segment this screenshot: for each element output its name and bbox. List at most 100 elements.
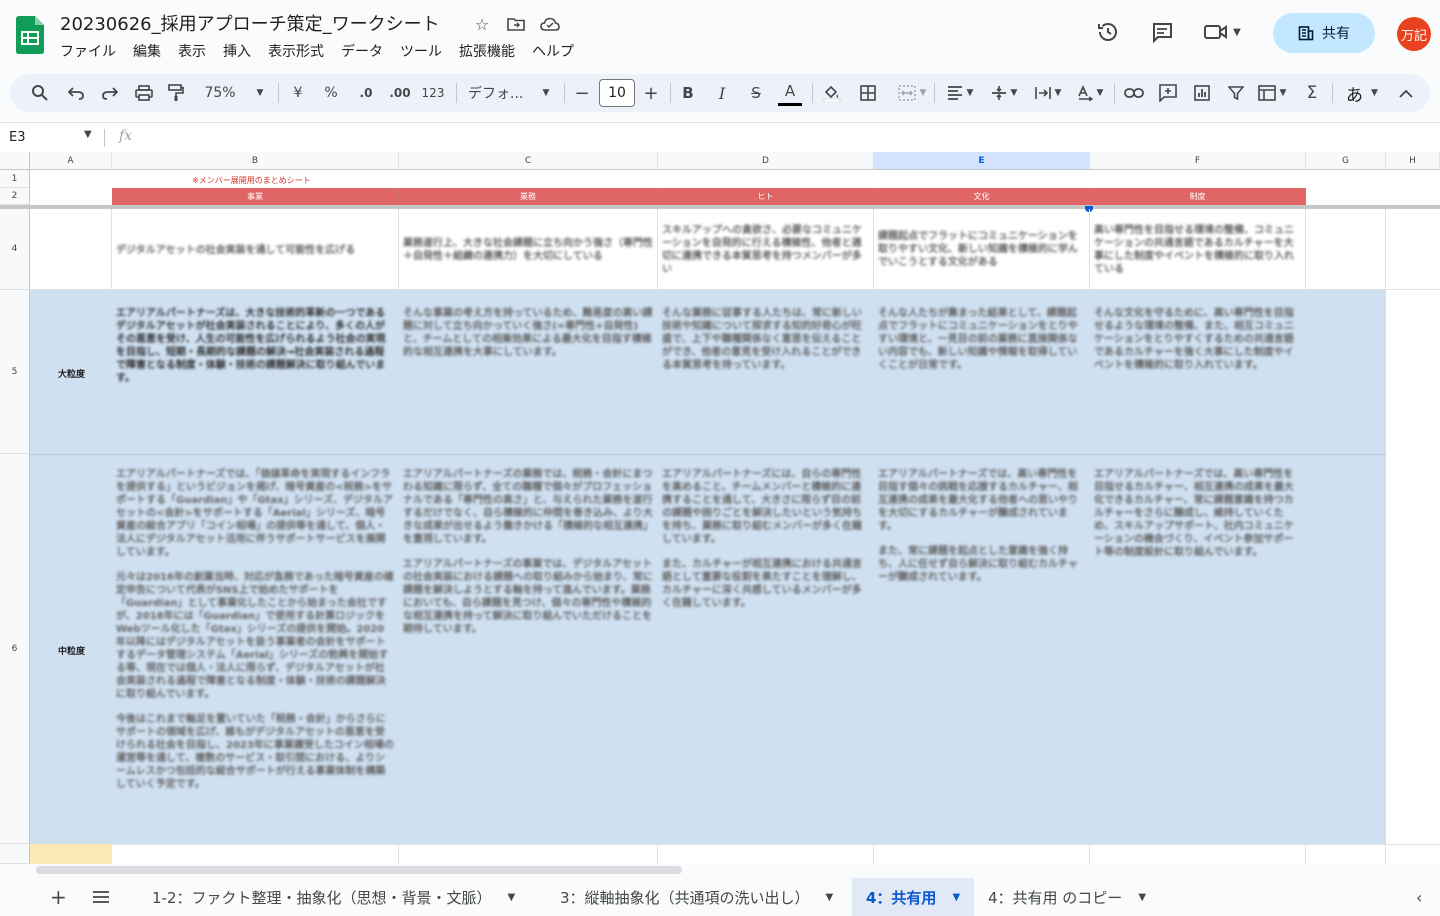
avatar[interactable]: 万記: [1397, 17, 1431, 51]
sheets-logo-icon[interactable]: [16, 16, 44, 54]
zoom-select[interactable]: 75%: [200, 74, 240, 112]
number-format-button[interactable]: 123: [420, 74, 446, 112]
input-tools-button[interactable]: あ ▼: [1340, 74, 1384, 112]
decrease-font-size-button[interactable]: −: [572, 74, 592, 112]
cell-e5[interactable]: そんな人たちが集まった結果として、課題起点でフラットにコミュニケーションをとりや…: [878, 307, 1086, 372]
increase-decimal-button[interactable]: .00: [388, 74, 412, 112]
sheet-tab-1-2-dropdown-icon[interactable]: ▼: [508, 892, 516, 903]
menu-help[interactable]: ヘルプ: [532, 41, 582, 61]
cell-d5[interactable]: そんな業務に従事する人たちは、常に新しい技術や知識について探求する知的好奇心が旺…: [662, 307, 870, 372]
header-business[interactable]: 事業: [112, 188, 399, 205]
menu-edit[interactable]: 編集: [133, 41, 169, 61]
menu-extensions[interactable]: 拡張機能: [459, 41, 523, 61]
strikethrough-button[interactable]: S: [746, 74, 766, 112]
sheet-tab-4-copy[interactable]: 4：共有用 のコピー ▼: [988, 878, 1146, 916]
select-all-corner[interactable]: [0, 152, 30, 170]
sheet-tab-1-2[interactable]: 1-2：ファクト整理・抽象化（思想・背景・文脈） ▼: [152, 878, 515, 916]
zoom-dropdown-icon[interactable]: ▼: [254, 74, 266, 112]
text-wrap-icon[interactable]: ▼: [1030, 74, 1066, 112]
name-box-dropdown-icon[interactable]: ▼: [84, 129, 92, 140]
row-header-4[interactable]: 4: [0, 209, 30, 290]
meet-dropdown-icon[interactable]: ▼: [1230, 18, 1244, 46]
merge-cells-icon[interactable]: ▼: [892, 74, 932, 112]
undo-icon[interactable]: [64, 74, 88, 112]
cell-b4[interactable]: デジタルアセットの社会実装を通して可能性を広げる: [116, 244, 396, 257]
vertical-align-icon[interactable]: ▼: [986, 74, 1022, 112]
cell-d6[interactable]: エアリアルパートナーズには、自らの専門性を高めること、チームメンバーと積極的に連…: [662, 468, 870, 610]
add-sheet-icon[interactable]: +: [50, 878, 67, 916]
meet-camera-icon[interactable]: [1202, 18, 1230, 46]
header-system[interactable]: 制度: [1090, 188, 1306, 205]
column-header-e[interactable]: E: [874, 152, 1090, 170]
spreadsheet-grid[interactable]: A B C D E F G H 1 2 4 5 6 ※メンバー展開用のまとめシー…: [0, 152, 1440, 864]
menu-file[interactable]: ファイル: [60, 41, 124, 61]
collapse-toolbar-icon[interactable]: [1396, 74, 1416, 112]
column-header-d[interactable]: D: [658, 152, 874, 170]
cell-c4[interactable]: 業務遂行上、大きな社会課題に立ち向かう強さ（専門性＋自発性＋組織の連携力）を大切…: [403, 237, 653, 263]
decrease-decimal-button[interactable]: .0: [354, 74, 378, 112]
comments-icon[interactable]: [1148, 18, 1176, 46]
column-header-a[interactable]: A: [30, 152, 112, 170]
sheet-tab-3-dropdown-icon[interactable]: ▼: [826, 892, 834, 903]
cell-e6[interactable]: エアリアルパートナーズでは、高い専門性を目指す個々の挑戦を応援するカルチャー、相…: [878, 468, 1086, 584]
column-header-c[interactable]: C: [399, 152, 658, 170]
search-menus-icon[interactable]: [28, 74, 52, 112]
redo-icon[interactable]: [98, 74, 122, 112]
sheet-tab-4-shared[interactable]: 4：共有用 ▼: [852, 878, 975, 916]
functions-sigma-icon[interactable]: Σ: [1300, 74, 1324, 112]
row-header-1[interactable]: 1: [0, 170, 30, 188]
cloud-saved-icon[interactable]: [540, 14, 560, 34]
cell-b5[interactable]: エアリアルパートナーズは、大きな技術的革新の一つであるデジタルアセットが社会実装…: [116, 307, 394, 385]
paint-format-icon[interactable]: [164, 74, 188, 112]
print-icon[interactable]: [132, 74, 156, 112]
version-history-icon[interactable]: [1094, 18, 1122, 46]
insert-chart-icon[interactable]: [1190, 74, 1214, 112]
row-header-6[interactable]: 6: [0, 454, 30, 844]
sheet-tab-4-dropdown-icon[interactable]: ▼: [952, 892, 960, 903]
bold-button[interactable]: B: [678, 74, 698, 112]
italic-button[interactable]: I: [712, 74, 732, 112]
cell-b6[interactable]: エアリアルパートナーズでは、「価値革命を実現するインフラを提供する」というビジョ…: [116, 468, 394, 791]
insert-link-icon[interactable]: [1122, 74, 1146, 112]
document-title[interactable]: 20230626_採用アプローチ策定_ワークシート: [60, 10, 440, 36]
cell-c5[interactable]: そんな事業の考え方を持っているため、難易度の高い課題に対して立ち向かっていく強さ…: [403, 307, 653, 359]
currency-format-button[interactable]: ¥: [288, 74, 308, 112]
explore-collapse-icon[interactable]: ‹: [1416, 878, 1422, 916]
column-header-g[interactable]: G: [1306, 152, 1386, 170]
header-culture[interactable]: 文化: [874, 188, 1090, 205]
cell-f6[interactable]: エアリアルパートナーズでは、高い専門性を目指せるカルチャー、相互連携の成果を最大…: [1094, 468, 1302, 559]
share-button[interactable]: 共有: [1273, 13, 1375, 53]
menu-data[interactable]: データ: [341, 41, 391, 61]
text-rotation-icon[interactable]: ▼: [1072, 74, 1108, 112]
header-operations[interactable]: 業務: [399, 188, 658, 205]
row-header-2[interactable]: 2: [0, 188, 30, 205]
cell-f5[interactable]: そんな文化を守るために、高い専門性を目指せるような環境の整備、また、相互コミュニ…: [1094, 307, 1302, 372]
menu-insert[interactable]: 挿入: [223, 41, 259, 61]
horizontal-scroll-thumb[interactable]: [36, 866, 682, 874]
filter-views-icon[interactable]: ▼: [1254, 74, 1290, 112]
menu-tools[interactable]: ツール: [400, 41, 450, 61]
column-header-b[interactable]: B: [112, 152, 399, 170]
fill-color-icon[interactable]: [820, 74, 844, 112]
horizontal-align-icon[interactable]: ▼: [942, 74, 978, 112]
insert-comment-icon[interactable]: [1156, 74, 1180, 112]
font-dropdown-icon[interactable]: ▼: [540, 74, 552, 112]
percent-format-button[interactable]: %: [321, 74, 341, 112]
cell-d4[interactable]: スキルアップへの貪欲さ、必要なコミュニケーションを自発的に行える積極性、他者と適…: [662, 224, 870, 276]
filter-icon[interactable]: [1224, 74, 1248, 112]
move-folder-icon[interactable]: [506, 14, 526, 34]
sheet-tab-4-copy-dropdown-icon[interactable]: ▼: [1138, 892, 1146, 903]
column-header-h[interactable]: H: [1386, 152, 1440, 170]
row-header-5[interactable]: 5: [0, 290, 30, 454]
row-header-7[interactable]: [0, 844, 30, 864]
menu-format[interactable]: 表示形式: [268, 41, 332, 61]
cell-f4[interactable]: 高い専門性を目指せる環境の整備、コミュニケーションの共通言語であるカルチャーを大…: [1094, 224, 1302, 276]
increase-font-size-button[interactable]: +: [641, 74, 661, 112]
cell-a7-highlight[interactable]: [30, 844, 112, 864]
font-family-select[interactable]: デフォ...: [468, 74, 532, 112]
cell-c6[interactable]: エアリアルパートナーズの業務では、税務・会計にまつわる知識に限らず、全ての職種で…: [403, 468, 653, 636]
text-color-button[interactable]: A: [778, 78, 802, 106]
column-header-f[interactable]: F: [1090, 152, 1306, 170]
name-box[interactable]: E3: [9, 130, 26, 145]
star-icon[interactable]: ☆: [472, 14, 492, 34]
